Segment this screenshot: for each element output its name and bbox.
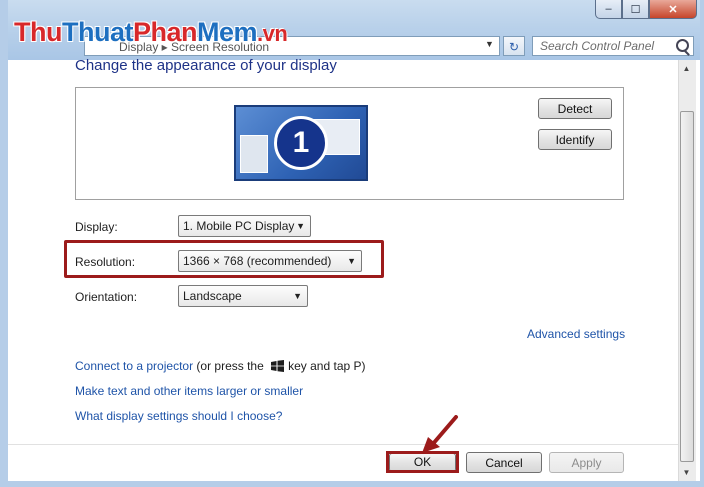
orientation-label: Orientation:	[75, 290, 138, 304]
search-input[interactable]: Search Control Panel	[532, 36, 694, 56]
resolution-label: Resolution:	[75, 255, 136, 269]
orientation-select-value: Landscape	[183, 289, 242, 303]
apply-button[interactable]: Apply	[549, 452, 624, 473]
window-frame-right	[700, 0, 704, 487]
windows-logo-icon	[271, 360, 285, 372]
search-icon[interactable]	[676, 39, 689, 52]
scroll-down-icon[interactable]: ▼	[678, 464, 695, 481]
refresh-button[interactable]: ↻	[503, 36, 525, 56]
display-label: Display:	[75, 220, 118, 234]
refresh-icon: ↻	[508, 40, 520, 54]
close-icon: ✕	[668, 3, 678, 16]
red-pointer-arrow-icon	[422, 415, 458, 453]
projector-hint-before: (or press the	[196, 359, 264, 373]
advanced-settings-link[interactable]: Advanced settings	[527, 327, 625, 341]
monitor-number: 1	[274, 116, 328, 170]
minimize-button[interactable]: ‒	[595, 0, 622, 19]
monitor-1-icon[interactable]: 1	[234, 105, 368, 181]
detect-button[interactable]: Detect	[538, 98, 612, 119]
scroll-up-icon[interactable]: ▲	[678, 60, 695, 77]
window-frame-left	[0, 0, 8, 487]
watermark-logo: ThuThuatPhanMem.vn	[14, 17, 288, 47]
resolution-select[interactable]: 1366 × 768 (recommended) ▼	[178, 250, 362, 272]
scrollbar-thumb[interactable]	[680, 111, 694, 462]
maximize-icon: ☐	[630, 3, 641, 16]
resolution-select-value: 1366 × 768 (recommended)	[183, 254, 332, 268]
page-title: Change the appearance of your display	[75, 57, 337, 74]
chevron-down-icon: ▼	[296, 221, 305, 231]
connect-projector-link[interactable]: Connect to a projector	[75, 359, 193, 373]
projector-hint-after: key and tap P)	[288, 359, 366, 373]
chevron-down-icon: ▼	[293, 291, 302, 301]
window-thumbnail-icon	[240, 135, 268, 173]
connect-projector-line: Connect to a projector (or press the key…	[75, 359, 366, 373]
display-select[interactable]: 1. Mobile PC Display ▼	[178, 215, 311, 237]
minimize-icon: ‒	[605, 3, 612, 15]
orientation-select[interactable]: Landscape ▼	[178, 285, 308, 307]
display-select-value: 1. Mobile PC Display	[183, 219, 295, 233]
text-size-link[interactable]: Make text and other items larger or smal…	[75, 384, 303, 398]
footer-divider	[8, 444, 678, 445]
display-help-link[interactable]: What display settings should I choose?	[75, 409, 282, 423]
address-dropdown-icon[interactable]: ▼	[485, 39, 494, 49]
chevron-down-icon: ▼	[347, 256, 356, 266]
window-frame-bottom	[0, 481, 704, 487]
search-placeholder: Search Control Panel	[540, 39, 655, 53]
identify-button[interactable]: Identify	[538, 129, 612, 150]
cancel-button[interactable]: Cancel	[466, 452, 542, 473]
caption-buttons: ‒ ☐ ✕	[595, 0, 697, 20]
maximize-button[interactable]: ☐	[622, 0, 649, 19]
close-button[interactable]: ✕	[649, 0, 697, 19]
